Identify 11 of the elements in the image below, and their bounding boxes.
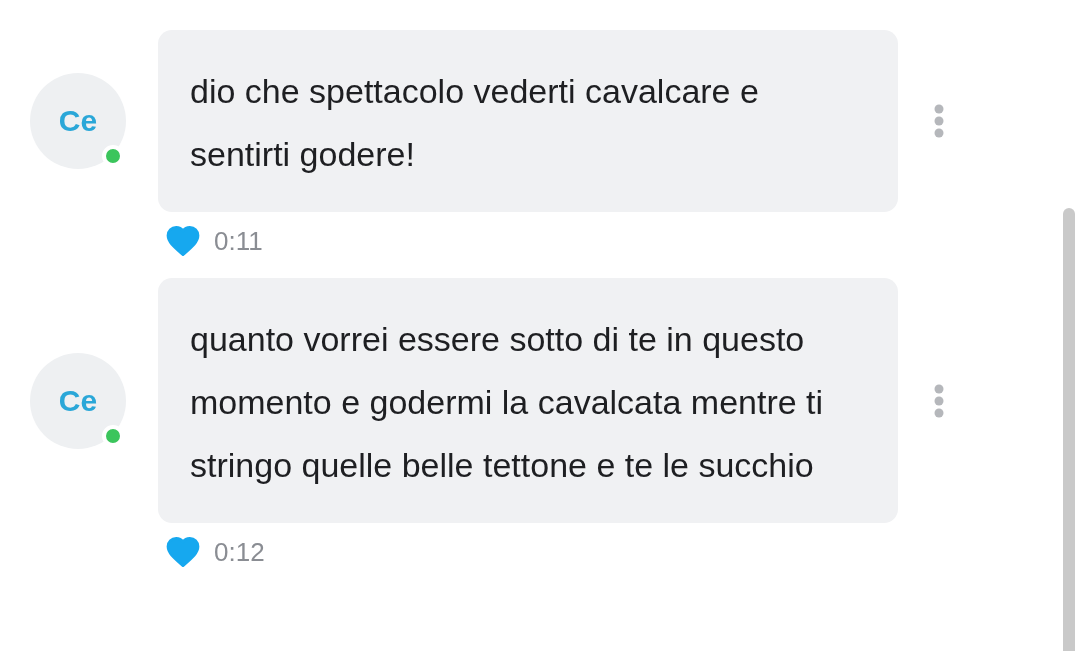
message-bubble: quanto vorrei essere sotto di te in questo momento e godermi la cavalcata mentre ti stringo quelle belle tettone e te le succhio xyxy=(158,278,898,523)
message-time: 0:12 xyxy=(214,536,265,568)
message-bubble: dio che spettacolo vederti cavalcare e sentirti godere! xyxy=(158,30,898,212)
scrollbar[interactable] xyxy=(1063,208,1075,651)
heart-icon[interactable] xyxy=(166,537,200,567)
user-avatar[interactable]: Ce xyxy=(30,73,126,169)
more-options-icon[interactable] xyxy=(932,383,946,418)
message-time: 0:11 xyxy=(214,225,263,257)
heart-icon[interactable] xyxy=(166,226,200,256)
more-options-icon[interactable] xyxy=(932,104,946,138)
user-avatar[interactable]: Ce xyxy=(30,352,126,449)
